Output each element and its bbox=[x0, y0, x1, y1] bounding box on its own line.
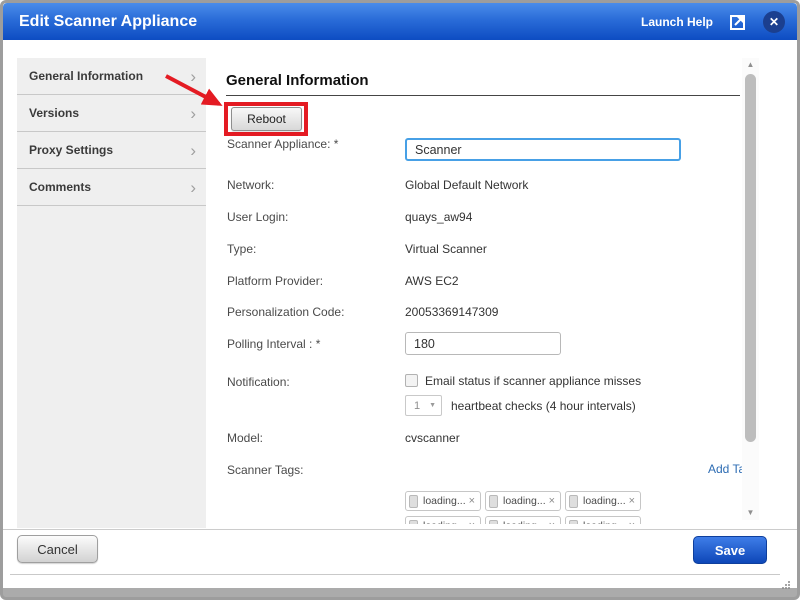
scrollbar-thumb[interactable] bbox=[745, 74, 756, 442]
tag-chip: loading... × bbox=[565, 491, 641, 511]
launch-help-link[interactable]: Launch Help bbox=[641, 15, 713, 29]
tag-color-swatch bbox=[489, 520, 498, 525]
type-value: Virtual Scanner bbox=[405, 242, 487, 256]
user-login-label: User Login: bbox=[227, 210, 288, 224]
heartbeat-count-select[interactable]: 1 ▼ bbox=[405, 395, 442, 416]
model-value: cvscanner bbox=[405, 431, 460, 445]
scanner-appliance-input[interactable] bbox=[405, 138, 681, 161]
email-status-checkbox[interactable] bbox=[405, 374, 418, 387]
sidebar-item-label: Proxy Settings bbox=[29, 143, 113, 157]
save-button[interactable]: Save bbox=[693, 536, 767, 564]
tag-color-swatch bbox=[489, 495, 498, 508]
tag-name: loading... bbox=[423, 520, 466, 524]
tag-chip: loading... × bbox=[405, 516, 481, 524]
type-label: Type: bbox=[227, 242, 256, 256]
tag-color-swatch bbox=[569, 520, 578, 525]
model-label: Model: bbox=[227, 431, 263, 445]
popout-icon[interactable] bbox=[728, 12, 748, 32]
dialog-titlebar: Edit Scanner Appliance Launch Help ✕ bbox=[3, 3, 797, 40]
vertical-scrollbar[interactable]: ▲ ▼ bbox=[742, 58, 759, 520]
heartbeat-checks-label: heartbeat checks (4 hour intervals) bbox=[451, 399, 636, 413]
tag-name: loading... bbox=[583, 495, 626, 507]
tag-chip: loading... × bbox=[485, 516, 561, 524]
remove-tag-icon[interactable]: × bbox=[549, 496, 555, 507]
tag-color-swatch bbox=[409, 520, 418, 525]
heartbeat-count-value: 1 bbox=[414, 400, 420, 412]
tag-color-swatch bbox=[409, 495, 418, 508]
sidebar-item-versions[interactable]: Versions › bbox=[17, 95, 206, 132]
chevron-right-icon: › bbox=[190, 179, 196, 196]
network-label: Network: bbox=[227, 178, 274, 192]
email-status-checkbox-label: Email status if scanner appliance misses bbox=[425, 374, 641, 388]
cancel-button[interactable]: Cancel bbox=[17, 535, 98, 563]
reboot-button[interactable]: Reboot bbox=[231, 107, 302, 131]
content-footer-divider bbox=[3, 529, 797, 530]
edit-scanner-appliance-dialog: Edit Scanner Appliance Launch Help ✕ Gen… bbox=[0, 0, 800, 600]
network-value: Global Default Network bbox=[405, 178, 528, 192]
chevron-right-icon: › bbox=[190, 142, 196, 159]
close-icon[interactable]: ✕ bbox=[763, 11, 785, 33]
window-bottom-edge bbox=[3, 588, 797, 597]
sidebar-item-label: Comments bbox=[29, 180, 91, 194]
resize-grip-icon[interactable] bbox=[781, 577, 791, 595]
chevron-right-icon: › bbox=[190, 68, 196, 85]
platform-provider-value: AWS EC2 bbox=[405, 274, 459, 288]
titlebar-actions: Launch Help ✕ bbox=[641, 11, 785, 33]
sidebar: General Information › Versions › Proxy S… bbox=[17, 58, 206, 528]
remove-tag-icon[interactable]: × bbox=[629, 496, 635, 507]
scroll-down-icon[interactable]: ▼ bbox=[742, 508, 759, 517]
personalization-code-value: 20053369147309 bbox=[405, 305, 498, 319]
sidebar-item-label: General Information bbox=[29, 69, 143, 83]
section-divider bbox=[226, 95, 740, 96]
tag-chip: loading... × bbox=[485, 491, 561, 511]
footer-divider bbox=[10, 574, 780, 575]
chevron-right-icon: › bbox=[190, 105, 196, 122]
section-title: General Information bbox=[226, 72, 369, 89]
polling-interval-input[interactable] bbox=[405, 332, 561, 355]
scanner-tags-list: loading... × loading... × loading... × l… bbox=[405, 491, 647, 524]
user-login-value: quays_aw94 bbox=[405, 210, 472, 224]
tag-name: loading... bbox=[503, 520, 546, 524]
dialog-title: Edit Scanner Appliance bbox=[15, 13, 197, 31]
scanner-tags-label: Scanner Tags: bbox=[227, 463, 304, 477]
tag-name: loading... bbox=[583, 520, 626, 524]
remove-tag-icon[interactable]: × bbox=[469, 496, 475, 507]
tag-name: loading... bbox=[503, 495, 546, 507]
remove-tag-icon[interactable]: × bbox=[469, 521, 475, 525]
scroll-up-icon[interactable]: ▲ bbox=[742, 60, 759, 69]
platform-provider-label: Platform Provider: bbox=[227, 274, 323, 288]
sidebar-item-proxy-settings[interactable]: Proxy Settings › bbox=[17, 132, 206, 169]
personalization-code-label: Personalization Code: bbox=[227, 305, 344, 319]
tag-name: loading... bbox=[423, 495, 466, 507]
notification-label: Notification: bbox=[227, 375, 290, 389]
polling-interval-label: Polling Interval : * bbox=[227, 337, 320, 351]
tag-chip: loading... × bbox=[405, 491, 481, 511]
sidebar-item-general-information[interactable]: General Information › bbox=[17, 58, 206, 95]
scanner-appliance-label: Scanner Appliance: * bbox=[227, 137, 338, 151]
sidebar-item-label: Versions bbox=[29, 106, 79, 120]
sidebar-item-comments[interactable]: Comments › bbox=[17, 169, 206, 206]
tag-color-swatch bbox=[569, 495, 578, 508]
dropdown-arrow-icon: ▼ bbox=[429, 402, 436, 409]
remove-tag-icon[interactable]: × bbox=[549, 521, 555, 525]
tag-chip: loading... × bbox=[565, 516, 641, 524]
remove-tag-icon[interactable]: × bbox=[629, 521, 635, 525]
